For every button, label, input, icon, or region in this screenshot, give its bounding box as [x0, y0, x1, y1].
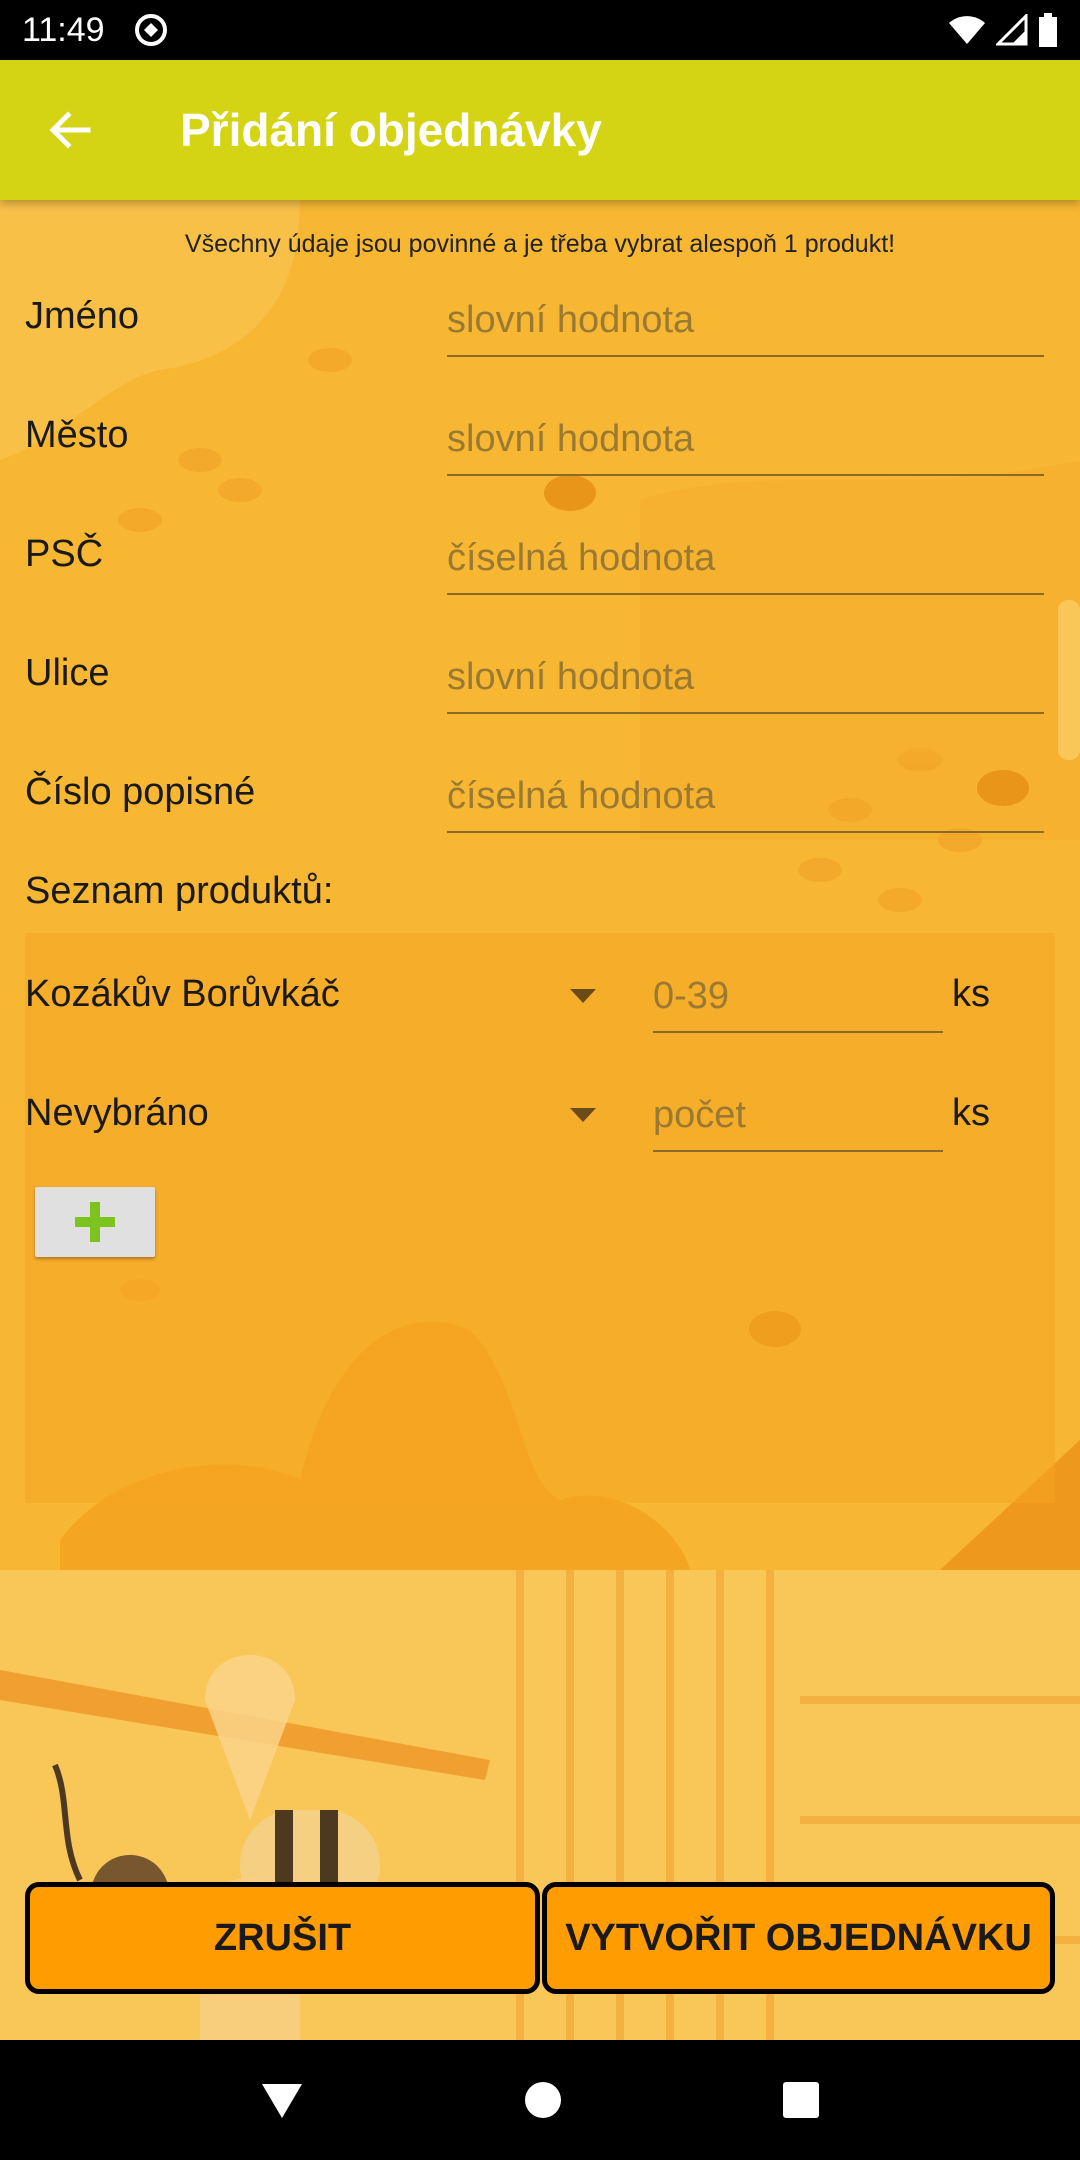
zip-row: PSČ — [25, 523, 1045, 603]
city-row: Město — [25, 404, 1045, 484]
status-time: 11:49 — [22, 10, 105, 49]
city-label: Město — [25, 414, 129, 456]
back-nav-icon[interactable] — [260, 2080, 304, 2120]
unit-label: ks — [952, 973, 990, 1015]
create-order-button[interactable]: VYTVOŘIT OBJEDNÁVKU — [542, 1882, 1055, 1994]
product-select[interactable]: Kozákův Borůvkáč — [25, 973, 340, 1016]
name-row: Jméno — [25, 285, 1045, 365]
navigation-bar — [0, 2040, 1080, 2160]
order-form: Všechny údaje jsou povinné a je třeba vy… — [0, 200, 1080, 2040]
products-title: Seznam produktů: — [25, 870, 334, 912]
app-bar: Přidání objednávky — [0, 60, 1080, 200]
sync-status-icon — [134, 14, 167, 46]
status-bar: 11:49 — [0, 0, 1080, 60]
name-label: Jméno — [25, 295, 140, 337]
city-input[interactable] — [447, 404, 1044, 476]
house-number-label: Číslo popisné — [25, 771, 256, 813]
house-number-input[interactable] — [447, 761, 1044, 833]
product-select[interactable]: Nevybráno — [25, 1092, 209, 1135]
dropdown-arrow-icon[interactable] — [570, 989, 596, 1003]
wifi-icon — [949, 16, 985, 44]
unit-label: ks — [952, 1092, 990, 1134]
product-row: Nevybráno ks — [25, 1072, 1055, 1162]
page-title: Přidání objednávky — [180, 104, 602, 156]
street-row: Ulice — [25, 642, 1045, 722]
cancel-button[interactable]: ZRUŠIT — [25, 1882, 540, 1994]
required-fields-notice: Všechny údaje jsou povinné a je třeba vy… — [184, 230, 896, 258]
house-number-row: Číslo popisné — [25, 761, 1045, 841]
name-input[interactable] — [447, 285, 1044, 357]
add-product-button[interactable] — [35, 1187, 155, 1257]
signal-icon — [996, 14, 1028, 46]
quantity-input[interactable] — [653, 1080, 943, 1152]
zip-label: PSČ — [25, 533, 104, 575]
street-label: Ulice — [25, 652, 110, 694]
plus-icon — [75, 1202, 115, 1242]
zip-input[interactable] — [447, 523, 1044, 595]
dropdown-arrow-icon[interactable] — [570, 1108, 596, 1122]
back-button[interactable] — [0, 60, 140, 200]
battery-icon — [1039, 13, 1057, 47]
product-row: Kozákův Borůvkáč ks — [25, 953, 1055, 1043]
quantity-input[interactable] — [653, 961, 943, 1033]
street-input[interactable] — [447, 642, 1044, 714]
recents-nav-icon[interactable] — [782, 2081, 820, 2119]
arrow-back-icon — [49, 111, 91, 149]
home-nav-icon[interactable] — [523, 2080, 563, 2120]
